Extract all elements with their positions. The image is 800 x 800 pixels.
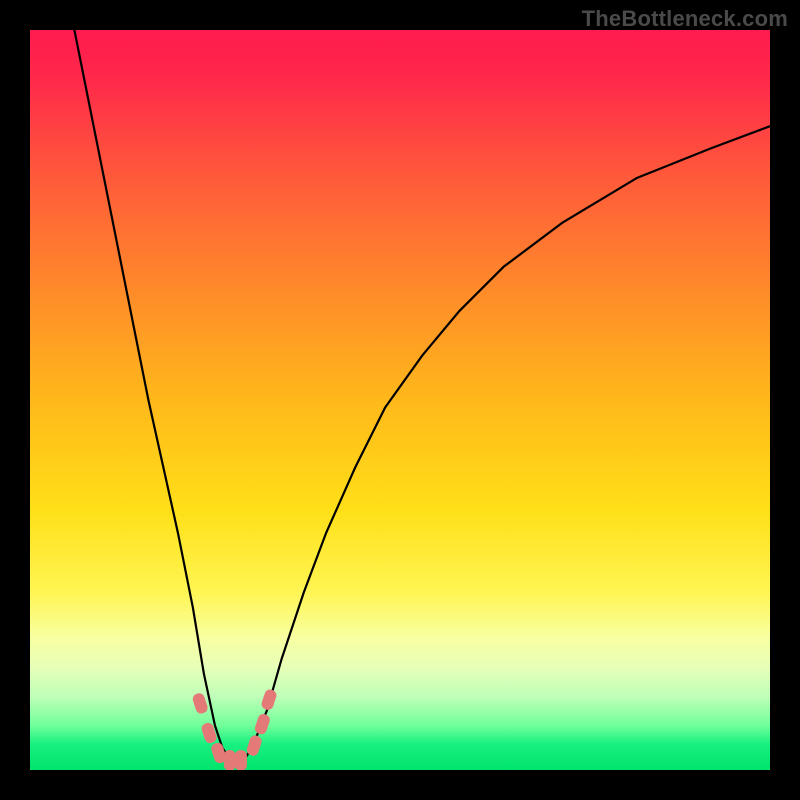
gradient-background [30,30,770,770]
plot-area [30,30,770,770]
chart-stage: TheBottleneck.com [0,0,800,800]
watermark-text: TheBottleneck.com [582,6,788,32]
